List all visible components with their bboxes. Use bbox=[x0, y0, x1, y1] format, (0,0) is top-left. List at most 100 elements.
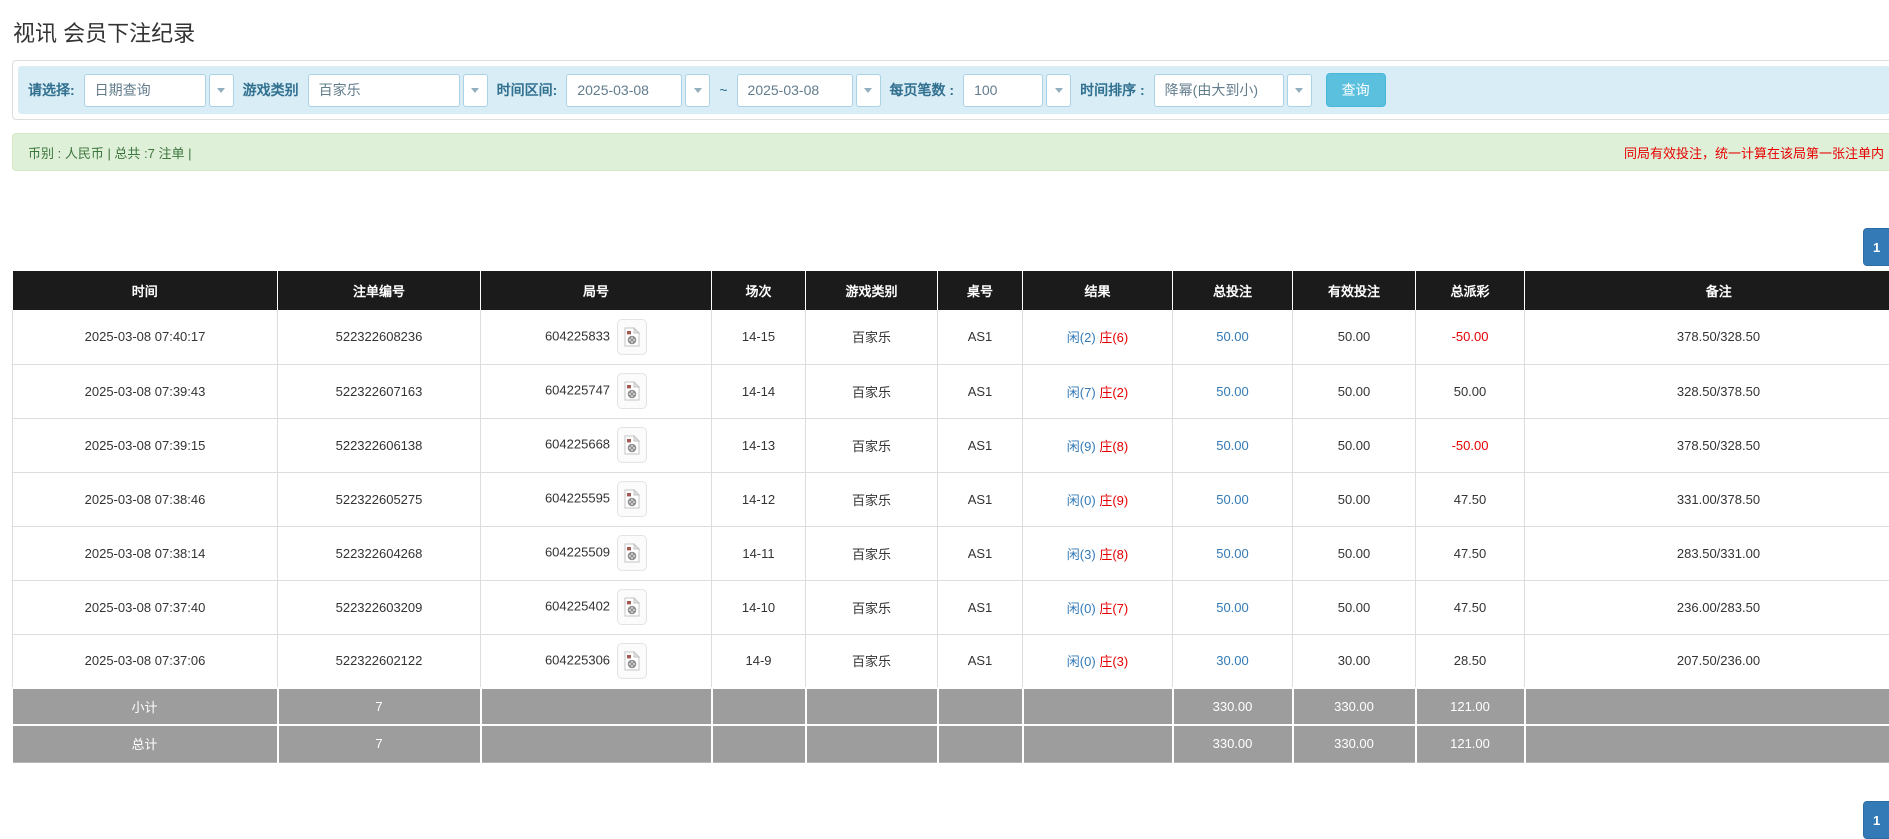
table-header-row: 时间 注单编号 局号 场次 游戏类别 桌号 结果 总投注 有效投注 总派彩 备注 bbox=[13, 271, 1889, 310]
banker-result: 庄(2) bbox=[1099, 385, 1128, 400]
bet-id-cell: 522322608236 bbox=[278, 310, 481, 364]
video-button[interactable] bbox=[617, 643, 647, 679]
video-button[interactable] bbox=[617, 427, 647, 463]
banker-result: 庄(9) bbox=[1099, 493, 1128, 508]
bet-records-table: 时间 注单编号 局号 场次 游戏类别 桌号 结果 总投注 有效投注 总派彩 备注… bbox=[12, 271, 1889, 763]
page-size-label: 每页笔数 : bbox=[890, 80, 955, 100]
payout-cell: 47.50 bbox=[1416, 472, 1525, 526]
chevron-down-icon[interactable] bbox=[1046, 74, 1071, 107]
round-cell: 604225595 bbox=[481, 472, 712, 526]
video-icon bbox=[624, 489, 640, 509]
payout-cell: 50.00 bbox=[1416, 364, 1525, 418]
chevron-down-icon[interactable] bbox=[209, 74, 234, 107]
date-to-value[interactable]: 2025-03-08 bbox=[737, 74, 853, 107]
remark-cell: 331.00/378.50 bbox=[1525, 472, 1889, 526]
search-button[interactable]: 查询 bbox=[1326, 73, 1386, 107]
round-number: 604225668 bbox=[545, 436, 610, 451]
video-icon bbox=[624, 543, 640, 563]
page-button-top[interactable]: 1 bbox=[1863, 228, 1889, 266]
time-order-value[interactable]: 降幂(由大到小) bbox=[1154, 74, 1284, 107]
total-bet-cell[interactable]: 50.00 bbox=[1173, 418, 1293, 472]
valid-bet-cell: 50.00 bbox=[1293, 310, 1416, 364]
video-button[interactable] bbox=[617, 589, 647, 625]
filter-bar: 请选择: 日期查询 游戏类别 百家乐 时间区间: 2025-03-08 ~ 20… bbox=[18, 66, 1889, 114]
video-button[interactable] bbox=[617, 535, 647, 571]
date-from-value[interactable]: 2025-03-08 bbox=[566, 74, 682, 107]
bet-id-cell: 522322603209 bbox=[278, 580, 481, 634]
result-cell: 闲(9) 庄(8) bbox=[1023, 418, 1173, 472]
round-number: 604225747 bbox=[545, 382, 610, 397]
result-cell: 闲(0) 庄(9) bbox=[1023, 472, 1173, 526]
video-icon bbox=[624, 435, 640, 455]
time-cell: 2025-03-08 07:37:06 bbox=[13, 634, 278, 688]
session-cell: 14-13 bbox=[712, 418, 806, 472]
table-no-cell: AS1 bbox=[938, 526, 1023, 580]
remark-cell: 378.50/328.50 bbox=[1525, 418, 1889, 472]
valid-bet-cell: 30.00 bbox=[1293, 634, 1416, 688]
bet-id-cell: 522322605275 bbox=[278, 472, 481, 526]
video-button[interactable] bbox=[617, 481, 647, 517]
chevron-down-icon[interactable] bbox=[856, 74, 881, 107]
total-bet-cell[interactable]: 50.00 bbox=[1173, 526, 1293, 580]
total-bet-cell[interactable]: 30.00 bbox=[1173, 634, 1293, 688]
valid-bet-cell: 50.00 bbox=[1293, 364, 1416, 418]
col-header-valid-bet: 有效投注 bbox=[1293, 271, 1416, 310]
date-to-picker[interactable]: 2025-03-08 bbox=[737, 74, 881, 107]
game-cell: 百家乐 bbox=[806, 526, 938, 580]
select-type-dropdown[interactable]: 日期查询 bbox=[84, 74, 234, 107]
round-cell: 604225306 bbox=[481, 634, 712, 688]
round-cell: 604225747 bbox=[481, 364, 712, 418]
round-number: 604225595 bbox=[545, 490, 610, 505]
chevron-down-icon[interactable] bbox=[685, 74, 710, 107]
time-order-dropdown[interactable]: 降幂(由大到小) bbox=[1154, 74, 1312, 107]
video-button[interactable] bbox=[617, 373, 647, 409]
bet-id-cell: 522322607163 bbox=[278, 364, 481, 418]
game-category-dropdown[interactable]: 百家乐 bbox=[308, 74, 488, 107]
player-result: 闲(0) bbox=[1067, 654, 1096, 669]
video-icon bbox=[624, 597, 640, 617]
page-size-dropdown[interactable]: 100 bbox=[963, 74, 1071, 107]
col-header-remark: 备注 bbox=[1525, 271, 1889, 310]
page-size-value[interactable]: 100 bbox=[963, 74, 1043, 107]
video-button[interactable] bbox=[617, 319, 647, 355]
grand-total-row: 总计 7 330.00 330.00 121.00 bbox=[13, 725, 1889, 762]
video-icon bbox=[624, 381, 640, 401]
grand-total-valid-bet: 330.00 bbox=[1293, 725, 1416, 762]
round-cell: 604225668 bbox=[481, 418, 712, 472]
chevron-down-icon[interactable] bbox=[463, 74, 488, 107]
payout-cell: -50.00 bbox=[1416, 418, 1525, 472]
total-bet-cell[interactable]: 50.00 bbox=[1173, 364, 1293, 418]
table-row: 2025-03-08 07:39:15 522322606138 6042256… bbox=[13, 418, 1889, 472]
grand-total-count: 7 bbox=[278, 725, 481, 762]
table-row: 2025-03-08 07:40:17 522322608236 6042258… bbox=[13, 310, 1889, 364]
game-category-value[interactable]: 百家乐 bbox=[308, 74, 460, 107]
total-bet-cell[interactable]: 50.00 bbox=[1173, 472, 1293, 526]
game-cell: 百家乐 bbox=[806, 580, 938, 634]
round-number: 604225833 bbox=[545, 328, 610, 343]
bet-id-cell: 522322606138 bbox=[278, 418, 481, 472]
round-cell: 604225509 bbox=[481, 526, 712, 580]
round-number: 604225402 bbox=[545, 598, 610, 613]
chevron-down-icon bbox=[217, 88, 225, 93]
chevron-down-icon[interactable] bbox=[1287, 74, 1312, 107]
total-bet-cell[interactable]: 50.00 bbox=[1173, 580, 1293, 634]
subtotal-row: 小计 7 330.00 330.00 121.00 bbox=[13, 688, 1889, 725]
grand-total-total-bet: 330.00 bbox=[1173, 725, 1293, 762]
result-cell: 闲(7) 庄(2) bbox=[1023, 364, 1173, 418]
page-button-bottom[interactable]: 1 bbox=[1863, 801, 1889, 839]
banker-result: 庄(8) bbox=[1099, 439, 1128, 454]
date-from-picker[interactable]: 2025-03-08 bbox=[566, 74, 710, 107]
valid-bet-cell: 50.00 bbox=[1293, 580, 1416, 634]
subtotal-label: 小计 bbox=[13, 688, 278, 725]
result-cell: 闲(0) 庄(3) bbox=[1023, 634, 1173, 688]
valid-bet-cell: 50.00 bbox=[1293, 418, 1416, 472]
subtotal-total-bet: 330.00 bbox=[1173, 688, 1293, 725]
select-type-value[interactable]: 日期查询 bbox=[84, 74, 206, 107]
player-result: 闲(9) bbox=[1067, 439, 1096, 454]
time-order-label: 时间排序 : bbox=[1080, 80, 1145, 100]
player-result: 闲(0) bbox=[1067, 601, 1096, 616]
banker-result: 庄(3) bbox=[1099, 654, 1128, 669]
total-bet-cell[interactable]: 50.00 bbox=[1173, 310, 1293, 364]
col-header-time: 时间 bbox=[13, 271, 278, 310]
remark-cell: 236.00/283.50 bbox=[1525, 580, 1889, 634]
